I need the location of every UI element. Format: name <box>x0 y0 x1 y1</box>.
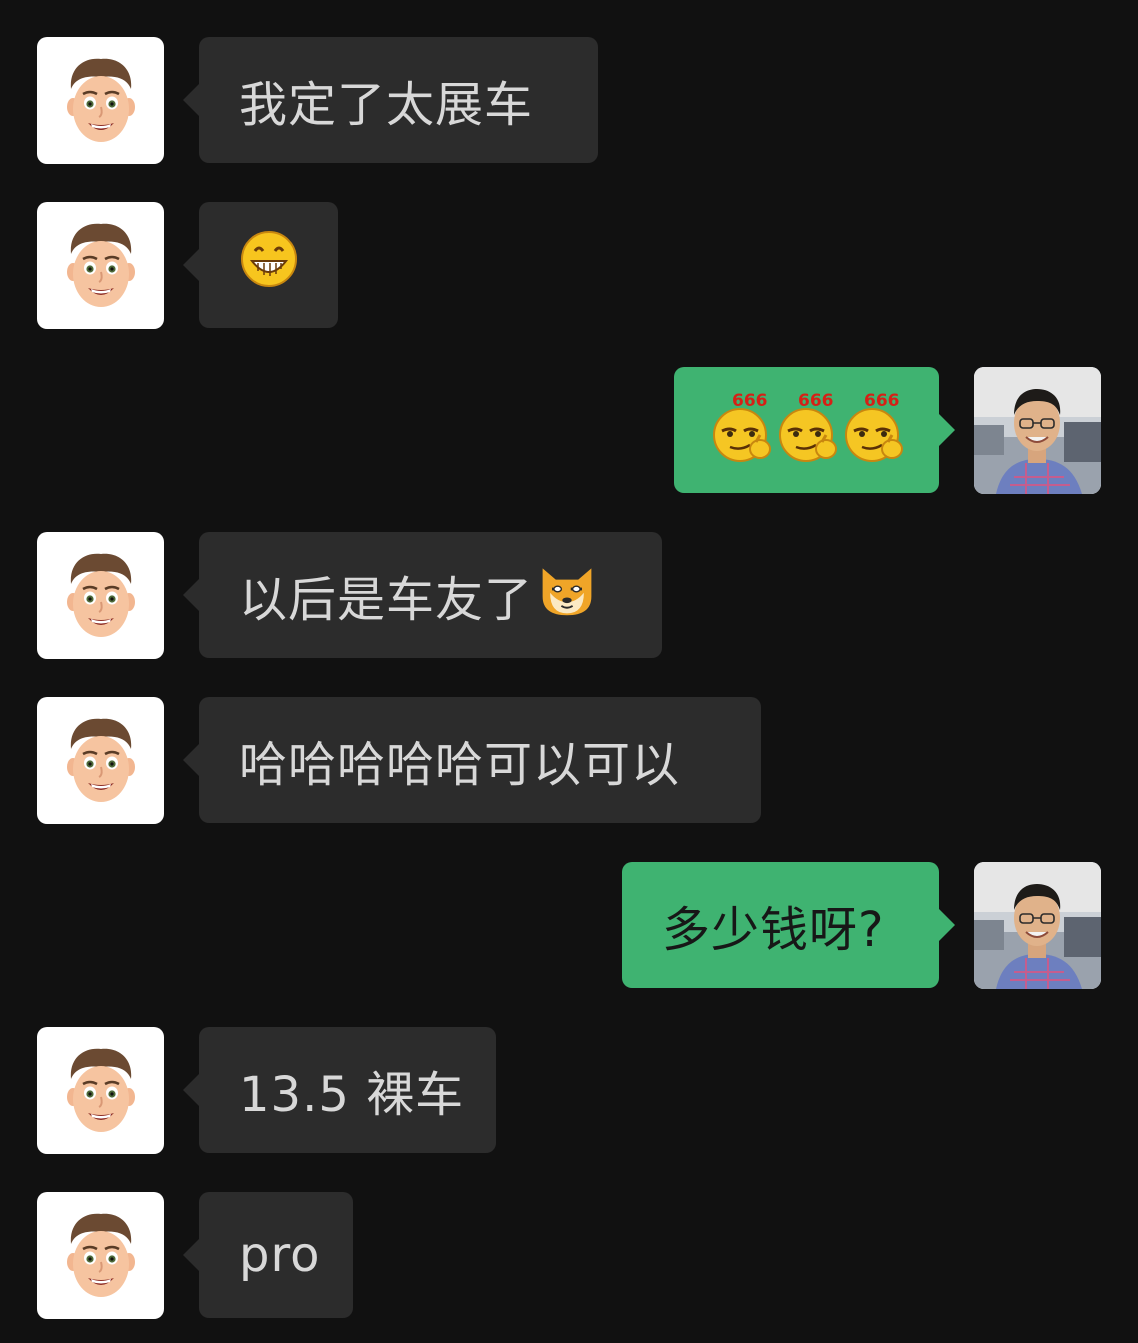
message-text: 我定了太展车 <box>239 77 534 133</box>
message-text: 13.5 裸车 <box>239 1067 465 1123</box>
incoming-message-bubble[interactable] <box>183 202 338 328</box>
memoji-avatar[interactable] <box>37 1192 164 1319</box>
message-row: 以后是车友了 <box>0 532 1138 659</box>
outgoing-message-bubble[interactable]: 666 666 666 <box>674 367 955 493</box>
message-text: pro <box>239 1227 321 1283</box>
message-text: 哈哈哈哈哈可以可以 <box>239 737 681 793</box>
message-row: 13.5 裸车 <box>0 1027 1138 1154</box>
user-photo-avatar[interactable] <box>974 862 1101 989</box>
message-text: 以后是车友了 <box>239 572 534 628</box>
outgoing-message-bubble[interactable]: 多少钱呀? <box>622 862 955 988</box>
message-row: 多少钱呀? <box>0 862 1138 989</box>
message-row: 666 666 666 <box>0 367 1138 494</box>
memoji-avatar[interactable] <box>37 37 164 164</box>
memoji-avatar[interactable] <box>37 1027 164 1154</box>
memoji-avatar[interactable] <box>37 532 164 659</box>
incoming-message-bubble[interactable]: 我定了太展车 <box>183 37 598 163</box>
six-emoji-icon: 666 <box>710 391 774 463</box>
six-emoji-icon: 666 <box>842 391 906 463</box>
memoji-avatar[interactable] <box>37 697 164 824</box>
message-row <box>0 202 1138 329</box>
grin-emoji-icon <box>239 229 299 301</box>
incoming-message-bubble[interactable]: 以后是车友了 <box>183 532 662 658</box>
doge-emoji-icon <box>537 559 597 631</box>
six-emoji-icon: 666 <box>776 391 840 463</box>
message-row: pro <box>0 1192 1138 1319</box>
message-row: 我定了太展车 <box>0 37 1138 164</box>
message-text: 多少钱呀? <box>662 902 885 958</box>
incoming-message-bubble[interactable]: 哈哈哈哈哈可以可以 <box>183 697 761 823</box>
incoming-message-bubble[interactable]: 13.5 裸车 <box>183 1027 496 1153</box>
message-row: 哈哈哈哈哈可以可以 <box>0 697 1138 824</box>
user-photo-avatar[interactable] <box>974 367 1101 494</box>
incoming-message-bubble[interactable]: pro <box>183 1192 353 1318</box>
memoji-avatar[interactable] <box>37 202 164 329</box>
